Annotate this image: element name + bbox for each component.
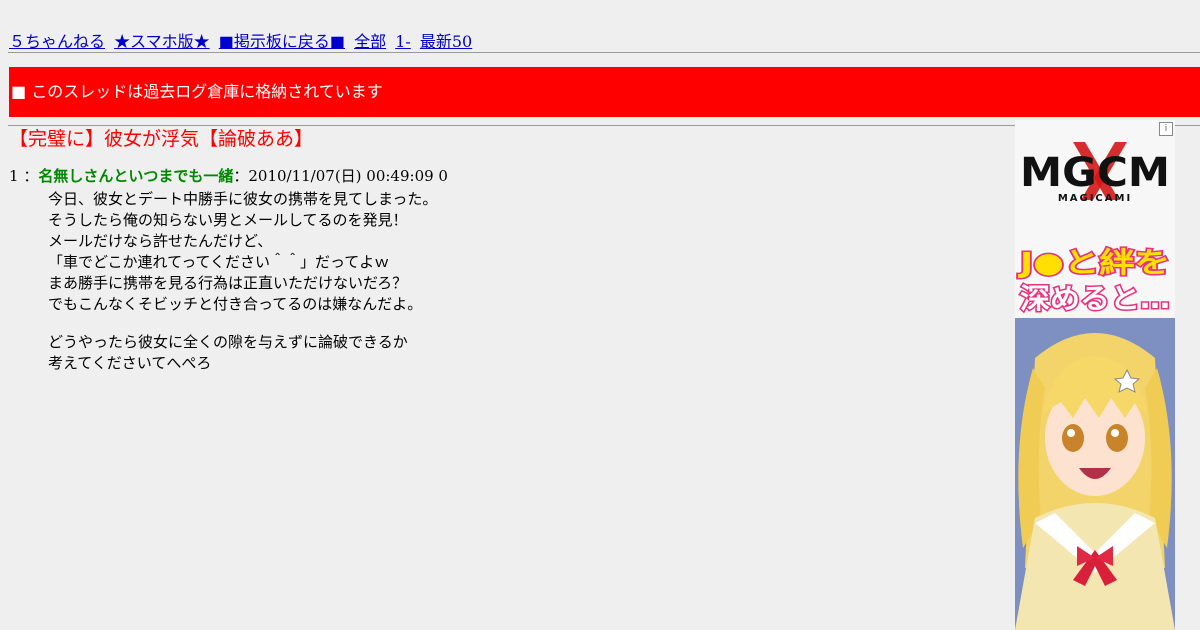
ad-tagline-line1: J●と絆を [1017, 246, 1170, 279]
poster-name: 名無しさんといつまでも一緒 [38, 167, 234, 185]
post-line: まあ勝手に携帯を見る行為は正直いただけないだろ？ [48, 274, 408, 292]
divider [8, 52, 1200, 53]
nav-link-first[interactable]: 1- [395, 32, 411, 51]
nav-link-all[interactable]: 全部 [354, 32, 386, 51]
post-line: どうやったら彼女に全くの隙を与えずに論破できるか [48, 333, 408, 351]
ad-logo: MGCM MAGICAMI [1020, 142, 1170, 204]
ad-info-icon[interactable]: i [1159, 122, 1173, 136]
post-line: 考えてくださいてへぺろ [48, 354, 212, 372]
nav-link-5ch[interactable]: ５ちゃんねる [9, 32, 105, 51]
advertisement-banner[interactable]: i MGCM MAGICAMI J●と絆を 深めると… [1015, 120, 1175, 630]
archive-notice-banner: ■ このスレッドは過去ログ倉庫に格納されています [9, 67, 1200, 117]
ad-tagline: J●と絆を 深めると… [1016, 245, 1172, 317]
post-line: メールだけなら許せたんだけど、 [48, 232, 273, 250]
post: 1 ：名無しさんといつまでも一緒：2010/11/07(日) 00:49:09 … [9, 166, 999, 374]
ad-logo-text: MGCM [1020, 150, 1170, 196]
top-navigation: ５ちゃんねる ★スマホ版★ ■掲示板に戻る■ 全部 1- 最新50 [9, 32, 476, 52]
post-line: そうしたら俺の知らない男とメールしてるのを発見！ [48, 211, 408, 229]
post-header: 1 ：名無しさんといつまでも一緒：2010/11/07(日) 00:49:09 … [9, 166, 999, 186]
post-line: でもこんなくそビッチと付き合ってるのは嫌なんだよ。 [48, 295, 423, 313]
post-line-blank [48, 315, 999, 332]
ad-logo-subtext: MAGICAMI [1058, 193, 1132, 204]
nav-link-latest50[interactable]: 最新50 [420, 32, 472, 51]
thread-title: 【完璧に】彼女が浮気【論破ああ】 [9, 128, 314, 150]
ad-tagline-line2: 深めると… [1020, 282, 1170, 315]
post-number: 1 [9, 167, 19, 185]
nav-link-smartphone[interactable]: ★スマホ版★ [114, 32, 210, 51]
nav-link-back-to-board[interactable]: ■掲示板に戻る■ [219, 32, 345, 51]
post-body: 今日、彼女とデート中勝手に彼女の携帯を見てしまった。 そうしたら俺の知らない男と… [48, 189, 999, 374]
post-separator: ： [23, 167, 39, 185]
post-line: 「車でどこか連れてってください＾＾」だってよｗ [48, 253, 390, 271]
ad-character-illustration [1015, 318, 1175, 630]
post-line: 今日、彼女とデート中勝手に彼女の携帯を見てしまった。 [48, 190, 438, 208]
post-datetime: ：2010/11/07(日) 00:49:09 0 [233, 167, 448, 185]
